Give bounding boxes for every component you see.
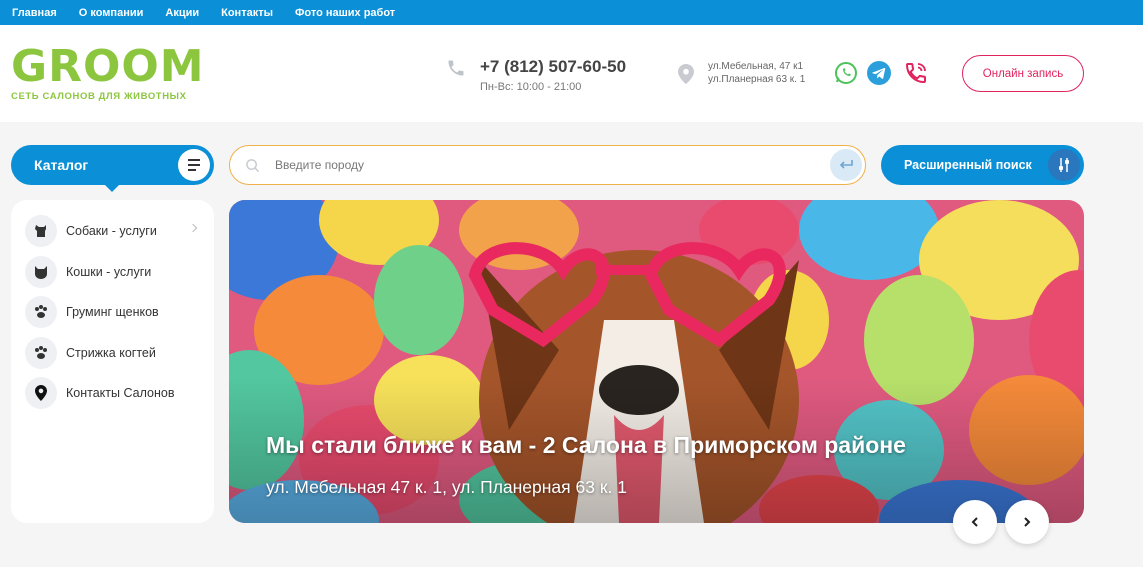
chevron-right-icon — [188, 223, 198, 233]
menu-item-label: Собаки - услуги — [66, 224, 157, 238]
nav-link-about[interactable]: О компании — [79, 7, 144, 19]
salon-addresses: ул.Мебельная, 47 к1 ул.Планерная 63 к. 1 — [708, 60, 805, 86]
menu-item-label: Кошки - услуги — [66, 265, 152, 279]
whatsapp-icon[interactable] — [834, 61, 858, 85]
logo-wordmark: GROOM — [11, 41, 205, 92]
cat-icon — [25, 256, 57, 288]
search-icon — [246, 159, 260, 173]
groom-logo[interactable]: GROOM СЕТЬ САЛОНОВ ДЛЯ ЖИВОТНЫХ — [11, 45, 216, 107]
menu-item-label: Груминг щенков — [66, 305, 159, 319]
logo-tagline: СЕТЬ САЛОНОВ ДЛЯ ЖИВОТНЫХ — [11, 91, 187, 102]
location-pin-icon — [678, 64, 694, 84]
chevron-left-icon — [971, 517, 978, 527]
catalog-label: Каталог — [34, 157, 89, 173]
phone-icon — [448, 60, 464, 76]
online-booking-button[interactable]: Онлайн запись — [962, 55, 1084, 92]
slider-prev-button[interactable] — [953, 500, 997, 544]
banner-image — [229, 200, 1084, 523]
banner-subtitle: ул. Мебельная 47 к. 1, ул. Планерная 63 … — [266, 477, 627, 497]
menu-item-nail-trimming[interactable]: Стрижка когтей — [25, 337, 210, 369]
phone-number[interactable]: +7 (812) 507-60-50 — [480, 57, 626, 77]
phone-call-icon[interactable] — [904, 61, 928, 85]
map-pin-icon — [25, 377, 57, 409]
address-line-2: ул.Планерная 63 к. 1 — [708, 74, 806, 85]
address-line-1: ул.Мебельная, 47 к1 — [708, 61, 804, 72]
paw-icon — [25, 337, 57, 369]
chevron-right-icon — [1024, 517, 1031, 527]
menu-item-label: Стрижка когтей — [66, 346, 156, 360]
nav-link-promotions[interactable]: Акции — [165, 7, 199, 19]
site-header: GROOM СЕТЬ САЛОНОВ ДЛЯ ЖИВОТНЫХ +7 (812)… — [0, 25, 1143, 122]
nav-link-home[interactable]: Главная — [12, 7, 57, 19]
menu-icon — [178, 149, 210, 181]
menu-item-dogs[interactable]: Собаки - услуги — [25, 215, 210, 247]
menu-item-label: Контакты Салонов — [66, 386, 175, 400]
dog-icon — [25, 215, 57, 247]
promo-banner[interactable]: Мы стали ближе к вам - 2 Салона в Примор… — [229, 200, 1084, 523]
advanced-search-label: Расширенный поиск — [904, 158, 1032, 172]
banner-title: Мы стали ближе к вам - 2 Салона в Примор… — [266, 432, 906, 458]
enter-icon — [839, 160, 853, 169]
menu-item-cats[interactable]: Кошки - услуги — [25, 256, 210, 288]
search-input[interactable] — [275, 155, 815, 175]
menu-item-puppy-grooming[interactable]: Груминг щенков — [25, 296, 210, 328]
working-hours: Пн-Вс: 10:00 - 21:00 — [480, 81, 582, 93]
nav-link-photos[interactable]: Фото наших работ — [295, 7, 395, 19]
top-navigation: Главная О компании Акции Контакты Фото н… — [0, 0, 1143, 25]
paw-icon — [25, 296, 57, 328]
breed-search — [229, 145, 866, 185]
catalog-button[interactable]: Каталог — [11, 145, 214, 185]
advanced-search-button[interactable]: Расширенный поиск — [881, 145, 1084, 185]
search-submit-button[interactable] — [830, 149, 862, 181]
catalog-pointer — [104, 184, 120, 192]
slider-next-button[interactable] — [1005, 500, 1049, 544]
menu-item-salon-contacts[interactable]: Контакты Салонов — [25, 377, 210, 409]
nav-link-contacts[interactable]: Контакты — [221, 7, 273, 19]
telegram-icon[interactable] — [867, 61, 891, 85]
filter-icon — [1048, 149, 1080, 181]
catalog-menu: Собаки - услуги Кошки - услуги Груминг щ… — [11, 200, 214, 523]
